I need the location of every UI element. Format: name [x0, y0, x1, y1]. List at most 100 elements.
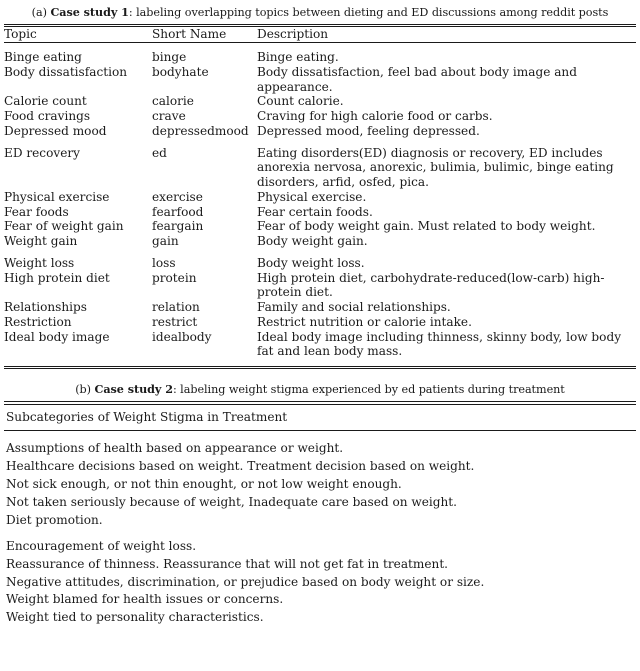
cell-subcategory: Reassurance of thinness. Reassurance tha… — [6, 556, 449, 571]
table-a-header-row: Topic Short Name Description — [4, 27, 636, 42]
table-row: Negative attitudes, discrimination, or p… — [4, 573, 636, 591]
table-row: Binge eating binge Binge eating. — [4, 50, 636, 65]
spacer-row — [4, 249, 636, 256]
cell-short-name: crave — [152, 109, 186, 124]
table-row: Body dissatisfaction bodyhate Body dissa… — [4, 65, 636, 95]
table-a-section: (a) Case study 1: labeling overlapping t… — [0, 0, 640, 370]
table-a: Topic Short Name Description — [4, 27, 636, 42]
cell-short-name: calorie — [152, 94, 194, 109]
column-header-subcategories: Subcategories of Weight Stigma in Treatm… — [6, 409, 288, 424]
cell-topic: Fear foods — [4, 204, 69, 219]
column-header-description: Description — [257, 27, 329, 42]
cell-topic: Ideal body image — [4, 329, 110, 344]
cell-short-name: loss — [152, 255, 176, 270]
cell-short-name: depressedmood — [152, 123, 249, 138]
cell-description: Body dissatisfaction, feel bad about bod… — [257, 64, 577, 94]
cell-short-name: idealbody — [152, 329, 212, 344]
table-b-caption-prefix: (b) — [75, 383, 95, 397]
cell-topic: Restriction — [4, 314, 72, 329]
cell-description: Body weight gain. — [257, 234, 368, 249]
cell-topic: Body dissatisfaction — [4, 64, 128, 79]
cell-short-name: fearfood — [152, 204, 204, 219]
cell-subcategory: Assumptions of health based on appearanc… — [6, 440, 344, 455]
table-a-caption: (a) Case study 1: labeling overlapping t… — [0, 2, 640, 24]
table-b-section: (b) Case study 2: labeling weight stigma… — [0, 369, 640, 626]
table-row: Physical exercise exercise Physical exer… — [4, 190, 636, 205]
cell-topic: Weight loss — [4, 255, 75, 270]
cell-description: Family and social relationships. — [257, 300, 451, 315]
table-row: Encouragement of weight loss. — [4, 537, 636, 555]
cell-description: Count calorie. — [257, 94, 344, 109]
table-b-header: Subcategories of Weight Stigma in Treatm… — [4, 405, 636, 431]
cell-subcategory: Negative attitudes, discrimination, or p… — [6, 574, 485, 589]
cell-description: Ideal body image including thinness, ski… — [257, 329, 622, 359]
cell-short-name: relation — [152, 300, 200, 315]
cell-description: High protein diet, carbohydrate-reduced(… — [257, 270, 605, 300]
cell-short-name: restrict — [152, 314, 198, 329]
cell-description: Fear of body weight gain. Must related t… — [257, 219, 596, 234]
cell-topic: Depressed mood — [4, 123, 107, 138]
cell-description: Body weight loss. — [257, 255, 365, 270]
cell-short-name: gain — [152, 234, 179, 249]
table-row: Not taken seriously because of weight, I… — [4, 493, 636, 511]
cell-short-name: exercise — [152, 189, 203, 204]
cell-description: Craving for high calorie food or carbs. — [257, 109, 493, 124]
cell-subcategory: Encouragement of weight loss. — [6, 538, 197, 553]
spacer-row — [4, 43, 636, 50]
table-a-caption-rest: : labeling overlapping topics between di… — [128, 6, 609, 19]
cell-topic: Relationships — [4, 300, 87, 315]
cell-topic: Fear of weight gain — [4, 219, 124, 234]
table-row: Ideal body image idealbody Ideal body im… — [4, 330, 636, 360]
table-row: Relationships relation Family and social… — [4, 300, 636, 315]
column-header-topic: Topic — [4, 27, 37, 42]
table-b-header-row: Subcategories of Weight Stigma in Treatm… — [4, 405, 636, 431]
cell-topic: High protein diet — [4, 270, 110, 285]
table-row: Weight gain gain Body weight gain. — [4, 234, 636, 249]
cell-subcategory: Not sick enough, or not thin enought, or… — [6, 476, 402, 491]
cell-topic: Physical exercise — [4, 189, 110, 204]
table-row: Diet promotion. — [4, 511, 636, 529]
cell-description: Restrict nutrition or calorie intake. — [257, 314, 472, 329]
table-row: Food cravings crave Craving for high cal… — [4, 109, 636, 124]
table-row: Weight blamed for health issues or conce… — [4, 591, 636, 609]
cell-description: Depressed mood, feeling depressed. — [257, 123, 480, 138]
cell-description: Binge eating. — [257, 50, 339, 65]
cell-subcategory: Diet promotion. — [6, 512, 103, 527]
table-row: Weight tied to personality characteristi… — [4, 609, 636, 627]
table-row: Fear of weight gain feargain Fear of bod… — [4, 219, 636, 234]
cell-short-name: feargain — [152, 219, 204, 234]
spacer-row — [4, 139, 636, 146]
cell-topic: Weight gain — [4, 234, 78, 249]
table-row: Weight loss loss Body weight loss. — [4, 256, 636, 271]
paper-page: (a) Case study 1: labeling overlapping t… — [0, 0, 640, 671]
table-row: High protein diet protein High protein d… — [4, 271, 636, 301]
table-b-caption-bold: Case study 2 — [94, 382, 173, 397]
cell-short-name: protein — [152, 270, 197, 285]
spacer-row — [4, 529, 636, 537]
cell-topic: ED recovery — [4, 145, 80, 160]
table-row: Calorie count calorie Count calorie. — [4, 94, 636, 109]
table-a-caption-bold: Case study 1 — [50, 5, 129, 19]
table-row: Fear foods fearfood Fear certain foods. — [4, 205, 636, 220]
table-row: Restriction restrict Restrict nutrition … — [4, 315, 636, 330]
cell-short-name: binge — [152, 50, 187, 65]
spacer-row — [4, 359, 636, 366]
cell-subcategory: Not taken seriously because of weight, I… — [6, 494, 457, 509]
table-a-body: Binge eating binge Binge eating. Body di… — [4, 43, 636, 366]
cell-topic: Binge eating — [4, 50, 82, 65]
cell-description: Fear certain foods. — [257, 204, 373, 219]
cell-subcategory: Weight blamed for health issues or conce… — [6, 592, 284, 607]
cell-description: Physical exercise. — [257, 189, 367, 204]
table-row: Healthcare decisions based on weight. Tr… — [4, 457, 636, 475]
column-header-short-name: Short Name — [152, 27, 227, 42]
table-row: Assumptions of health based on appearanc… — [4, 439, 636, 457]
cell-subcategory: Healthcare decisions based on weight. Tr… — [6, 458, 475, 473]
table-row: Not sick enough, or not thin enought, or… — [4, 475, 636, 493]
cell-description: Eating disorders(ED) diagnosis or recove… — [257, 145, 614, 190]
cell-subcategory: Weight tied to personality characteristi… — [6, 610, 264, 625]
table-b-caption: (b) Case study 2: labeling weight stigma… — [0, 379, 640, 401]
cell-short-name: ed — [152, 145, 167, 160]
cell-short-name: bodyhate — [152, 64, 209, 79]
table-b-caption-rest: : labeling weight stigma experienced by … — [172, 383, 565, 397]
spacer-row — [4, 431, 636, 439]
